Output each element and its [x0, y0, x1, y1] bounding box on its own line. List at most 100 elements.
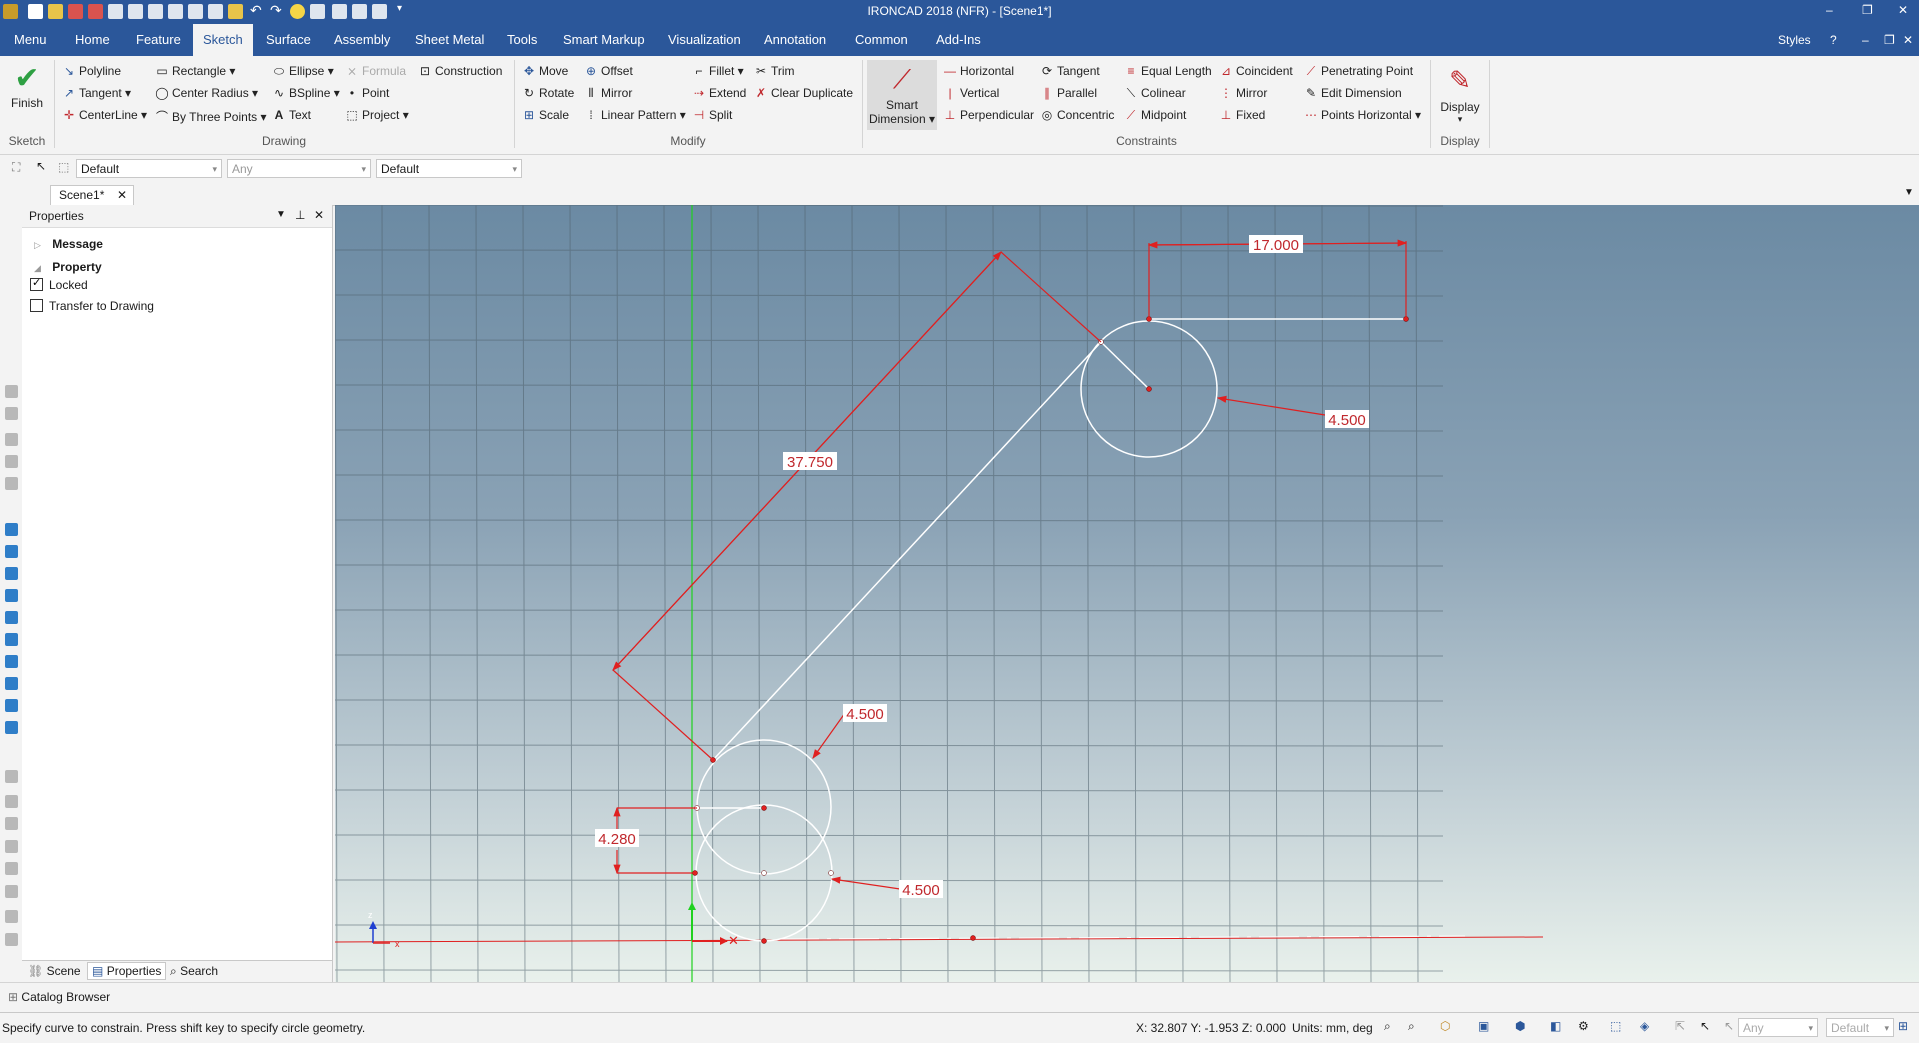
pointer-filter-icon[interactable]: ⇱ [1675, 1019, 1685, 1033]
strip-tool-icon[interactable] [5, 817, 18, 830]
dimension-4500-mid-leader[interactable] [812, 712, 846, 759]
tabs-overflow-icon[interactable]: ▼ [1904, 187, 1914, 198]
status-any-combo[interactable]: Any ▾ [1738, 1018, 1818, 1037]
coincident-button[interactable]: ⊿ Coincident [1219, 64, 1293, 78]
tab-smart-markup[interactable]: Smart Markup [553, 24, 655, 56]
3d-viewport[interactable]: 17.000 4.500 37.750 4.500 4.280 4.500 z [335, 205, 1919, 982]
tab-assembly[interactable]: Assembly [324, 24, 400, 56]
strip-view-icon[interactable] [5, 455, 18, 468]
minimize-icon[interactable]: – [1826, 3, 1833, 17]
view-orient-icon[interactable]: ⬡ [1440, 1019, 1450, 1033]
close-icon[interactable]: ✕ [1898, 3, 1908, 17]
close-tab-icon[interactable]: ✕ [117, 186, 127, 205]
dim-label-4500-top[interactable]: 4.500 [1325, 410, 1369, 429]
strip-view-icon[interactable] [5, 385, 18, 398]
mdi-minimize-icon[interactable]: – [1862, 33, 1869, 47]
project-button[interactable]: ⬚ Project ▾ [345, 108, 408, 122]
strip-shape-icon[interactable] [5, 589, 18, 602]
view-cube-icon[interactable]: ▣ [1478, 1019, 1489, 1033]
tab-properties-browser[interactable]: ▤ Properties [87, 962, 167, 980]
strip-shape-icon[interactable] [5, 677, 18, 690]
select-filter-icon[interactable]: ⛶ [12, 160, 20, 175]
message-section[interactable]: ▷ Message [34, 237, 103, 251]
strip-shape-icon[interactable] [5, 545, 18, 558]
strip-shape-icon[interactable] [5, 699, 18, 712]
vertical-button[interactable]: | Vertical [943, 86, 999, 100]
strip-shape-icon[interactable] [5, 721, 18, 734]
strip-tool-icon[interactable] [5, 795, 18, 808]
pin-icon[interactable]: ⊥ [295, 208, 305, 222]
perpendicular-button[interactable]: ⊥ Perpendicular [943, 108, 1034, 122]
offset-button[interactable]: ⊕ Offset [584, 64, 633, 78]
formula-button[interactable]: ⨯ Formula [345, 64, 406, 78]
dim-label-17[interactable]: 17.000 [1249, 235, 1303, 254]
tab-tools[interactable]: Tools [497, 24, 547, 56]
display-button[interactable]: ✎ Display ▾ [1435, 60, 1485, 125]
midpoint-button[interactable]: ⟋ Midpoint [1124, 108, 1187, 123]
strip-tool-icon[interactable] [5, 862, 18, 875]
lighting-icon[interactable]: ⚙ [1578, 1019, 1589, 1033]
dim-label-37750[interactable]: 37.750 [783, 452, 837, 471]
strip-shape-icon[interactable] [5, 523, 18, 536]
tab-add-ins[interactable]: Add-Ins [926, 24, 991, 56]
tangent-constraint-button[interactable]: ⟳ Tangent [1040, 64, 1100, 78]
display-mode-icon[interactable]: ◈ [1640, 1019, 1649, 1033]
concentric-button[interactable]: ◎ Concentric [1040, 108, 1115, 122]
fillet-button[interactable]: ⌐ Fillet ▾ [692, 64, 743, 78]
panel-close-icon[interactable]: ✕ [314, 208, 324, 222]
colinear-button[interactable]: ⟍ Colinear [1124, 86, 1186, 101]
strip-tool-icon[interactable] [5, 910, 18, 923]
strip-view-icon[interactable] [5, 433, 18, 446]
linear-pattern-button[interactable]: ⁞ Linear Pattern ▾ [584, 108, 685, 122]
strip-tool-icon[interactable] [5, 840, 18, 853]
horizontal-button[interactable]: — Horizontal [943, 64, 1014, 78]
zoom-icon[interactable]: ⌕ [1384, 1019, 1391, 1034]
move-button[interactable]: ✥ Move [522, 64, 568, 78]
dim-label-4500-low[interactable]: 4.500 [899, 880, 943, 899]
strip-shape-icon[interactable] [5, 633, 18, 646]
mdi-restore-icon[interactable]: ❐ [1884, 33, 1895, 47]
dim-label-4500-mid[interactable]: 4.500 [843, 704, 887, 723]
mirror-button[interactable]: ⫴ Mirror [584, 86, 632, 101]
strip-shape-icon[interactable] [5, 567, 18, 580]
status-default-combo[interactable]: Default ▾ [1826, 1018, 1894, 1037]
catalog-browser-tab[interactable]: ⊞ Catalog Browser [8, 990, 110, 1004]
strip-view-icon[interactable] [5, 477, 18, 490]
edit-dimension-button[interactable]: ✎ Edit Dimension [1304, 86, 1402, 100]
tab-feature[interactable]: Feature [126, 24, 191, 56]
equal-length-button[interactable]: ≡ Equal Length [1124, 64, 1211, 78]
select-region-icon[interactable]: ⬚ [58, 160, 69, 174]
tab-annotation[interactable]: Annotation [754, 24, 836, 56]
tangent-arc-button[interactable]: ↗ Tangent ▾ [62, 86, 131, 100]
clear-duplicate-button[interactable]: ✗ Clear Duplicate [754, 86, 853, 100]
finish-button[interactable]: ✔ Finish [8, 62, 46, 110]
bspline-button[interactable]: ∿ BSpline ▾ [272, 86, 340, 100]
trim-button[interactable]: ✂ Trim [754, 64, 795, 78]
select-arrow-icon[interactable]: ↖ [36, 159, 46, 173]
tab-visualization[interactable]: Visualization [658, 24, 751, 56]
text-button[interactable]: A Text [272, 108, 311, 122]
strip-tool-icon[interactable] [5, 770, 18, 783]
mirror-constraint-button[interactable]: ⋮ Mirror [1219, 86, 1267, 100]
center-radius-button[interactable]: ◯ Center Radius ▾ [155, 86, 258, 100]
strip-tool-icon[interactable] [5, 885, 18, 898]
panel-menu-icon[interactable]: ▼ [276, 209, 286, 220]
locked-checkbox[interactable] [30, 276, 43, 291]
network-icon[interactable]: ⊞ [1898, 1019, 1908, 1033]
rotate-button[interactable]: ↻ Rotate [522, 86, 574, 100]
frame-icon[interactable]: ⬚ [1610, 1019, 1621, 1033]
strip-shape-icon[interactable] [5, 655, 18, 668]
dim-label-4280[interactable]: 4.280 [595, 829, 639, 848]
strip-tool-icon[interactable] [5, 933, 18, 946]
sketch-canvas[interactable]: 17.000 4.500 37.750 4.500 4.280 4.500 z [335, 205, 1919, 982]
fixed-button[interactable]: ⊥ Fixed [1219, 108, 1266, 122]
zoom-window-icon[interactable]: ⌕ [1408, 1019, 1415, 1034]
dimension-4500-top-leader[interactable] [1216, 395, 1326, 416]
extend-button[interactable]: ⇢ Extend [692, 86, 746, 100]
tab-common[interactable]: Common [845, 24, 918, 56]
points-horizontal-button[interactable]: ⋯ Points Horizontal ▾ [1304, 108, 1421, 122]
tab-scene-browser[interactable]: ⛓ Scene [28, 964, 81, 978]
penetrating-point-button[interactable]: ⟋ Penetrating Point [1304, 64, 1413, 79]
split-button[interactable]: ⊣ Split [692, 108, 733, 122]
shading-icon[interactable]: ◧ [1550, 1019, 1561, 1033]
